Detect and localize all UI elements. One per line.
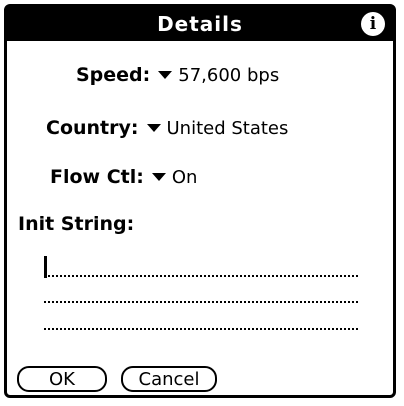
underline-2 (44, 301, 358, 303)
speed-popup-trigger[interactable]: 57,600 bps (158, 65, 279, 86)
triangle-down-icon (158, 71, 173, 79)
speed-label: Speed: (76, 64, 151, 86)
speed-value: 57,600 bps (178, 64, 280, 86)
underline-1 (44, 275, 358, 277)
flow-ctl-popup-trigger[interactable]: On (151, 166, 198, 188)
init-string-label: Init String: (18, 213, 135, 235)
flow-ctl-value: On (171, 166, 198, 188)
underline-3 (44, 328, 358, 330)
triangle-down-icon (146, 124, 161, 132)
init-string-field[interactable] (44, 256, 358, 336)
ok-button[interactable]: OK (17, 366, 107, 392)
info-icon[interactable]: i (361, 12, 385, 36)
country-label: Country: (46, 117, 139, 139)
title-bar: Details i (7, 7, 393, 41)
country-value: United States (166, 117, 289, 139)
country-row: Country: United States (46, 113, 288, 143)
flow-ctl-row: Flow Ctl: On (50, 162, 197, 192)
flow-ctl-label: Flow Ctl: (50, 166, 144, 188)
triangle-down-icon (151, 173, 166, 181)
dialog-title: Details (157, 12, 243, 36)
cancel-button[interactable]: Cancel (121, 366, 217, 392)
country-popup-trigger[interactable]: United States (146, 117, 289, 139)
speed-row: Speed: 57,600 bps (76, 60, 279, 90)
